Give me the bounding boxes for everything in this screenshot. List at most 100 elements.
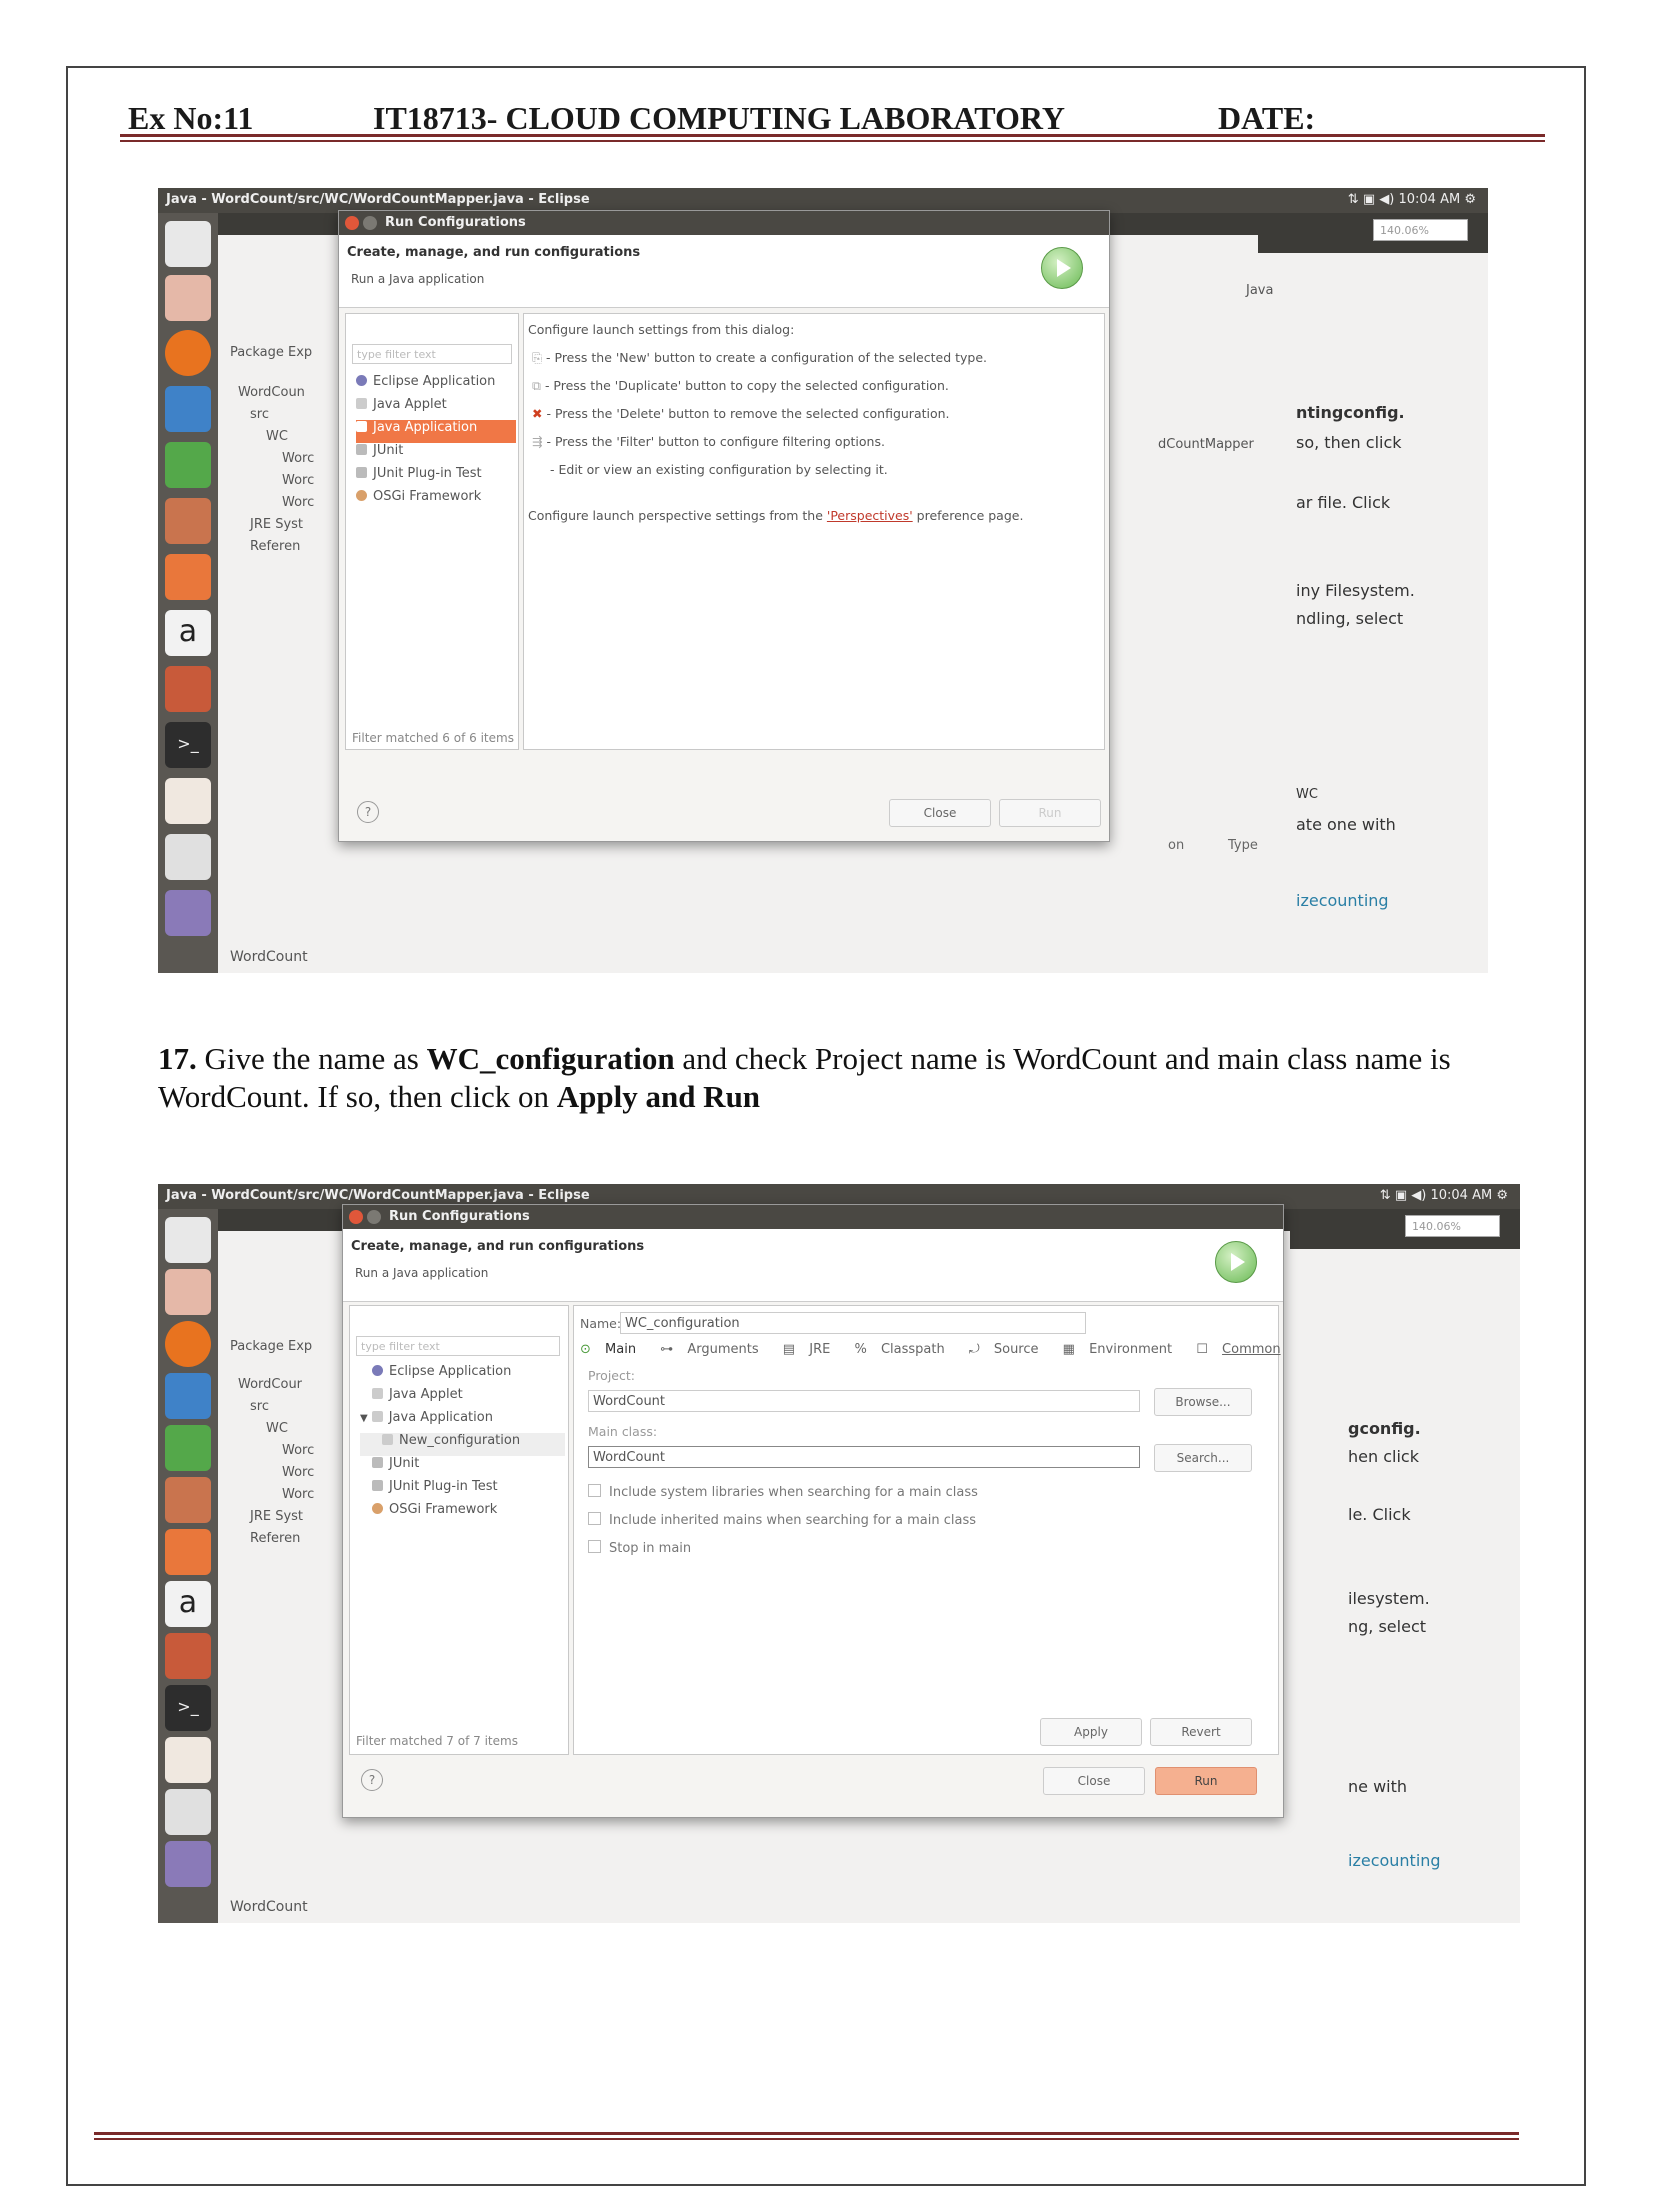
tree-item[interactable]: Worc xyxy=(238,495,314,517)
perspectives-link[interactable]: 'Perspectives' xyxy=(827,508,913,523)
header-rule-thin xyxy=(120,140,1545,142)
tree-item[interactable]: Worc xyxy=(238,1465,314,1487)
dash-icon[interactable] xyxy=(165,221,211,267)
terminal-icon[interactable]: >_ xyxy=(165,1685,211,1731)
tree-item[interactable]: JRE Syst xyxy=(238,517,314,539)
writer-icon[interactable] xyxy=(165,386,211,432)
settings-icon[interactable] xyxy=(165,1633,211,1679)
package-explorer-tab[interactable]: Package Exp xyxy=(230,345,312,360)
tree-item[interactable]: Worc xyxy=(238,1487,314,1509)
stop-in-main-checkbox[interactable]: Stop in main xyxy=(588,1540,691,1556)
revert-button[interactable]: Revert xyxy=(1150,1718,1252,1746)
help-icon[interactable]: ? xyxy=(357,801,379,823)
config-type-item[interactable]: JUnit xyxy=(356,443,516,466)
firefox-icon[interactable] xyxy=(165,330,211,376)
run-button[interactable]: Run xyxy=(999,799,1101,827)
eclipse-icon[interactable] xyxy=(165,1841,211,1887)
files-icon[interactable] xyxy=(165,1269,211,1315)
close-button[interactable]: Close xyxy=(889,799,991,827)
project-tree: WordCoun src WC Worc Worc Worc JRE Syst … xyxy=(238,385,314,561)
close-icon[interactable] xyxy=(349,1210,363,1224)
software-center-icon[interactable] xyxy=(165,554,211,600)
settings-icon[interactable] xyxy=(165,666,211,712)
config-type-item[interactable]: Eclipse Application xyxy=(356,374,516,397)
software-center-icon[interactable] xyxy=(165,1529,211,1575)
run-button[interactable]: Run xyxy=(1155,1767,1257,1795)
apply-button[interactable]: Apply xyxy=(1040,1718,1142,1746)
tree-item[interactable]: JRE Syst xyxy=(238,1509,314,1531)
tab-common[interactable]: ☐ Common xyxy=(1196,1342,1290,1357)
main-class-input[interactable]: WordCount xyxy=(588,1446,1140,1468)
tree-item[interactable]: Referen xyxy=(238,1531,314,1553)
close-icon[interactable] xyxy=(345,216,359,230)
config-item-selected[interactable]: New_configuration xyxy=(360,1433,565,1456)
tree-item[interactable]: Referen xyxy=(238,539,314,561)
unity-launcher: a >_ xyxy=(158,213,218,973)
tree-item[interactable]: WC xyxy=(238,1421,314,1443)
zoom-field[interactable]: 140.06% xyxy=(1405,1215,1500,1237)
config-type-item-selected[interactable]: Java Application xyxy=(356,420,516,443)
volume-icon: ◀) xyxy=(1379,192,1395,207)
gear-icon[interactable]: ⚙ xyxy=(1496,1188,1508,1203)
include-system-libraries-checkbox[interactable]: Include system libraries when searching … xyxy=(588,1484,978,1500)
eclipse-icon[interactable] xyxy=(165,890,211,936)
configuration-list-panel: type filter text Eclipse Application Jav… xyxy=(345,313,519,750)
config-type-item[interactable]: Java Applet xyxy=(356,397,516,420)
config-type-item[interactable]: OSGi Framework xyxy=(356,489,516,512)
junit-plugin-icon xyxy=(372,1480,383,1491)
close-button[interactable]: Close xyxy=(1043,1767,1145,1795)
calc-icon[interactable] xyxy=(165,1425,211,1471)
amazon-icon[interactable]: a xyxy=(165,1581,211,1627)
firefox-icon[interactable] xyxy=(165,1321,211,1367)
pen-icon[interactable] xyxy=(165,1789,211,1835)
tree-item[interactable]: Worc xyxy=(238,451,314,473)
tab-jre[interactable]: ▤ JRE xyxy=(783,1342,841,1357)
impress-icon[interactable] xyxy=(165,498,211,544)
filter-input[interactable]: type filter text xyxy=(352,344,512,364)
volume-icon: ◀) xyxy=(1411,1188,1427,1203)
package-explorer-tab[interactable]: Package Exp xyxy=(230,1339,312,1354)
minimize-icon[interactable] xyxy=(367,1210,381,1224)
filter-input[interactable]: type filter text xyxy=(356,1336,560,1356)
text-editor-icon[interactable] xyxy=(165,1737,211,1783)
tab-source[interactable]: ⤾ Source xyxy=(969,1342,1049,1357)
tree-item[interactable]: WordCour xyxy=(238,1377,314,1399)
tab-main[interactable]: ⊙ Main xyxy=(580,1342,646,1357)
tab-environment[interactable]: ▦ Environment xyxy=(1063,1342,1182,1357)
tree-item[interactable]: src xyxy=(238,1399,314,1421)
help-icon[interactable]: ? xyxy=(361,1769,383,1791)
tree-item[interactable]: WC xyxy=(238,429,314,451)
zoom-field[interactable]: 140.06% xyxy=(1373,219,1468,241)
gear-icon[interactable]: ⚙ xyxy=(1464,192,1476,207)
amazon-icon[interactable]: a xyxy=(165,610,211,656)
text-editor-icon[interactable] xyxy=(165,778,211,824)
tree-item[interactable]: Worc xyxy=(238,473,314,495)
name-input[interactable]: WC_configuration xyxy=(620,1312,1086,1334)
config-type-item[interactable]: Eclipse Application xyxy=(360,1364,565,1387)
tree-item[interactable]: Worc xyxy=(238,1443,314,1465)
config-type-item[interactable]: OSGi Framework xyxy=(360,1502,565,1525)
config-type-item[interactable]: JUnit xyxy=(360,1456,565,1479)
calc-icon[interactable] xyxy=(165,442,211,488)
config-type-item[interactable]: ▼ Java Application xyxy=(360,1410,565,1433)
tree-item[interactable]: src xyxy=(238,407,314,429)
tab-classpath[interactable]: % Classpath xyxy=(854,1342,954,1357)
files-icon[interactable] xyxy=(165,275,211,321)
project-input[interactable]: WordCount xyxy=(588,1390,1140,1412)
config-type-item[interactable]: Java Applet xyxy=(360,1387,565,1410)
impress-icon[interactable] xyxy=(165,1477,211,1523)
terminal-icon[interactable]: >_ xyxy=(165,722,211,768)
include-inherited-mains-checkbox[interactable]: Include inherited mains when searching f… xyxy=(588,1512,976,1528)
config-type-item[interactable]: JUnit Plug-in Test xyxy=(360,1479,565,1502)
tab-arguments[interactable]: ⊶ Arguments xyxy=(660,1342,768,1357)
tree-item[interactable]: WordCoun xyxy=(238,385,314,407)
browse-button[interactable]: Browse... xyxy=(1154,1388,1252,1416)
config-type-item[interactable]: JUnit Plug-in Test xyxy=(356,466,516,489)
writer-icon[interactable] xyxy=(165,1373,211,1419)
minimize-icon[interactable] xyxy=(363,216,377,230)
duplicate-icon: ⧉ xyxy=(532,378,541,393)
pen-icon[interactable] xyxy=(165,834,211,880)
search-button[interactable]: Search... xyxy=(1154,1444,1252,1472)
dash-icon[interactable] xyxy=(165,1217,211,1263)
java-perspective-button[interactable]: Java xyxy=(1246,283,1273,298)
